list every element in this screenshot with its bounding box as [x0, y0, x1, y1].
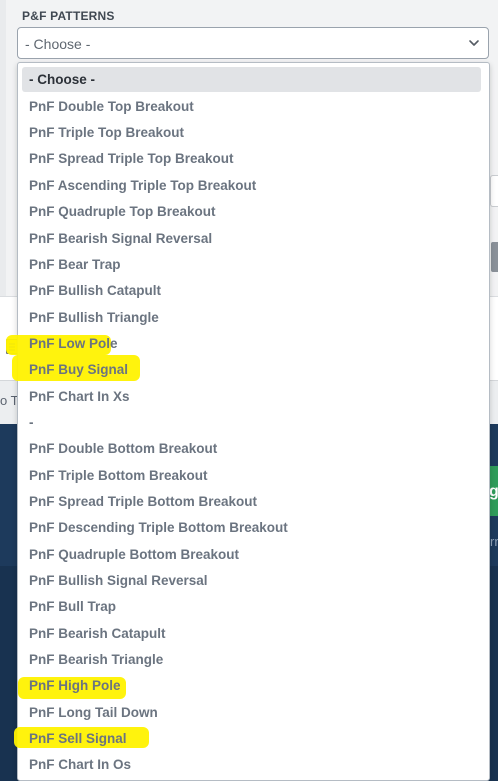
dropdown-option[interactable]: PnF Double Bottom Breakout — [28, 439, 217, 459]
dropdown-option[interactable]: PnF Long Tail Down — [28, 703, 158, 723]
dropdown-option[interactable]: PnF Bearish Signal Reversal — [28, 229, 212, 249]
dropdown-option[interactable]: PnF Bullish Catapult — [28, 281, 161, 301]
dropdown-option[interactable]: PnF Triple Bottom Breakout — [28, 466, 208, 486]
chevron-down-icon — [469, 40, 479, 46]
dropdown-option[interactable]: PnF Descending Triple Bottom Breakout — [28, 518, 288, 538]
background-button-edge[interactable] — [491, 242, 498, 272]
green-button-label: g — [490, 483, 498, 500]
dropdown-option[interactable]: PnF Bearish Catapult — [28, 624, 166, 644]
dropdown-option[interactable]: - Choose - — [22, 67, 481, 92]
dropdown-option[interactable]: PnF Low Pole — [28, 334, 118, 354]
dropdown-option[interactable]: PnF Spread Triple Bottom Breakout — [28, 492, 257, 512]
dropdown-option[interactable]: PnF Chart In Os — [28, 755, 131, 775]
dropdown-option[interactable]: PnF Bearish Triangle — [28, 650, 163, 670]
background-input-edge[interactable] — [490, 175, 498, 207]
left-edge — [0, 0, 6, 296]
dropdown-option[interactable]: PnF Bullish Signal Reversal — [28, 571, 208, 591]
dropdown-option[interactable]: PnF Bear Trap — [28, 255, 121, 275]
dropdown-option[interactable]: PnF Buy Signal — [28, 360, 128, 380]
dropdown-option[interactable]: PnF Double Top Breakout — [28, 97, 194, 117]
pnf-patterns-dropdown[interactable]: - Choose - PnF Double Top Breakout PnF T… — [6, 62, 490, 781]
dropdown-option[interactable]: PnF High Pole — [28, 676, 121, 696]
dropdown-option[interactable]: PnF Quadruple Top Breakout — [28, 202, 216, 222]
dropdown-option[interactable]: PnF Triple Top Breakout — [28, 123, 184, 143]
dropdown-option[interactable]: PnF Spread Triple Top Breakout — [28, 149, 234, 169]
dropdown-option[interactable]: PnF Quadruple Bottom Breakout — [28, 545, 239, 565]
pnf-patterns-label: P&F PATTERNS — [22, 9, 115, 23]
pnf-patterns-select[interactable]: - Choose - — [17, 27, 489, 59]
select-current-value: - Choose - — [25, 36, 91, 52]
dropdown-option[interactable]: PnF Sell Signal — [28, 729, 127, 749]
dropdown-option[interactable]: - — [28, 413, 34, 433]
green-button-edge[interactable]: g — [490, 466, 498, 516]
dropdown-option[interactable]: PnF Bull Trap — [28, 597, 116, 617]
dark-panel-text-fragment: rr — [490, 534, 498, 549]
dropdown-option[interactable]: PnF Ascending Triple Top Breakout — [28, 176, 256, 196]
dropdown-option[interactable]: PnF Bullish Triangle — [28, 308, 159, 328]
dropdown-option[interactable]: PnF Chart In Xs — [28, 387, 130, 407]
